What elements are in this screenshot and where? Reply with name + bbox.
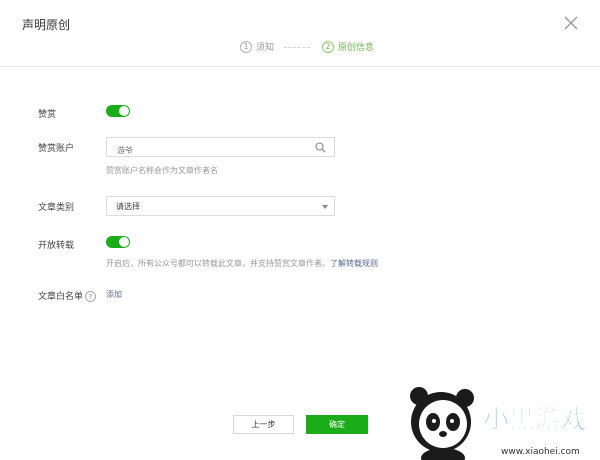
category-label: 文章类别 [38, 203, 75, 213]
previous-step-button[interactable]: 上一步 [233, 415, 294, 434]
chevron-down-icon [322, 205, 328, 209]
whitelist-label-group: 文章白名单? [38, 289, 97, 302]
category-select[interactable]: 请选择 [106, 196, 335, 216]
watermark-brand: 小黑游戏 [483, 405, 587, 435]
question-icon[interactable]: ? [85, 291, 97, 302]
toggle-knob [119, 106, 129, 116]
search-icon[interactable] [315, 142, 326, 153]
step-label: 原创信息 [338, 43, 375, 53]
step-notice: 1 须知 [240, 40, 274, 53]
step-number: 2 [322, 40, 334, 53]
site-watermark-logo: 小黑游戏 www.xiaohei.com [410, 387, 587, 460]
whitelist-label: 文章白名单 [38, 292, 84, 302]
close-icon[interactable] [564, 16, 578, 30]
reward-label: 赞赏 [38, 110, 57, 120]
repost-hint: 开启后，所有公众号都可以转载此文章，并支持赞赏文章作者。了解转载规则 [106, 258, 378, 269]
step-number: 1 [240, 40, 252, 53]
whitelist-add-link[interactable]: 添加 [106, 289, 122, 300]
dialog-title: 声明原创 [22, 18, 71, 32]
category-selected-value: 请选择 [116, 202, 140, 211]
toggle-knob [119, 237, 129, 247]
repost-label: 开放转载 [38, 241, 75, 251]
reward-toggle[interactable] [106, 105, 130, 117]
reward-account-hint: 赞赏账户名称会作为文章作者名 [106, 166, 218, 175]
step-original-info: 2 原创信息 [322, 40, 374, 53]
reward-account-input[interactable] [107, 141, 317, 160]
header-divider [0, 66, 600, 67]
repost-toggle[interactable] [106, 236, 130, 248]
repost-hint-text: 开启后，所有公众号都可以转载此文章，并支持赞赏文章作者。 [106, 259, 330, 268]
step-divider [284, 47, 310, 48]
step-label: 须知 [256, 43, 275, 53]
watermark-url: www.xiaohei.com [501, 447, 580, 457]
confirm-button[interactable]: 确定 [306, 415, 368, 434]
reward-account-field [106, 137, 335, 160]
repost-rules-link[interactable]: 了解转载规则 [330, 259, 378, 268]
step-indicator: 1 须知 2 原创信息 [0, 40, 600, 56]
reward-account-label: 赞赏账户 [38, 144, 75, 154]
